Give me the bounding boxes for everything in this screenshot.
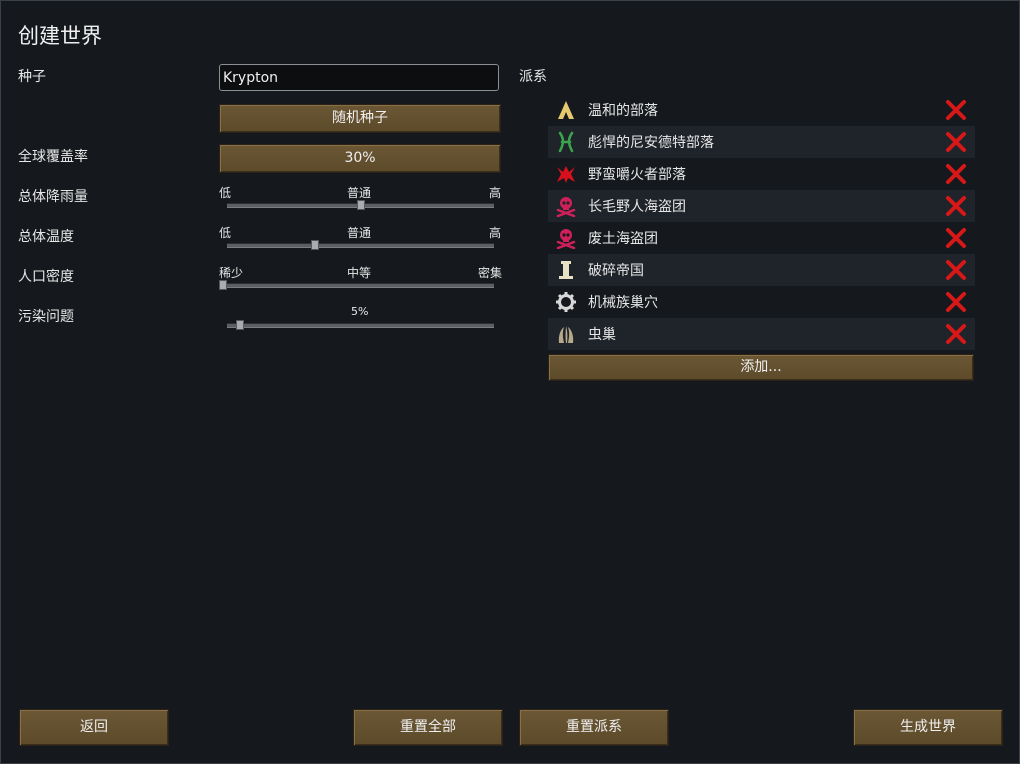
faction-name: 虫巢 [588, 327, 616, 343]
temperature-low-label: 低 [219, 226, 232, 240]
temperature-slider-thumb[interactable] [311, 240, 320, 250]
pollution-slider-thumb[interactable] [236, 320, 245, 330]
create-world-window: 创建世界 种子 随机种子 全球覆盖率 30% 总体降雨量 低 普通 高 总体温度… [0, 0, 1020, 764]
rainfall-mid-label: 普通 [347, 186, 372, 200]
seed-label: 种子 [18, 69, 46, 85]
reset-all-button[interactable]: 重置全部 [353, 709, 503, 746]
faction-name: 彪悍的尼安德特部落 [588, 135, 714, 151]
random-seed-button[interactable]: 随机种子 [219, 104, 501, 133]
faction-name: 破碎帝国 [588, 263, 644, 279]
temperature-label: 总体温度 [18, 229, 74, 245]
remove-faction-icon[interactable] [945, 259, 967, 281]
savage-tribe-icon [557, 166, 575, 183]
page-title: 创建世界 [18, 24, 102, 48]
rainfall-high-label: 高 [489, 186, 502, 200]
tribe-tent-icon [558, 101, 574, 119]
population-low-label: 稀少 [219, 266, 244, 280]
faction-row: 彪悍的尼安德特部落 [548, 126, 975, 158]
faction-list: 温和的部落 彪悍的尼安德特部落 野蛮嚼火者部落 长毛野人海盗团 废土海盗团 破碎… [548, 94, 975, 350]
temperature-mid-label: 普通 [347, 226, 372, 240]
temperature-high-label: 高 [489, 226, 502, 240]
remove-faction-icon[interactable] [945, 227, 967, 249]
coverage-button[interactable]: 30% [219, 144, 501, 173]
rainfall-label: 总体降雨量 [18, 189, 88, 205]
generate-world-button[interactable]: 生成世界 [853, 709, 1003, 746]
factions-header: 派系 [519, 69, 547, 85]
faction-name: 废土海盗团 [588, 231, 658, 247]
reset-factions-button[interactable]: 重置派系 [519, 709, 669, 746]
faction-row: 破碎帝国 [548, 254, 975, 286]
temperature-slider[interactable] [227, 240, 494, 250]
faction-name: 温和的部落 [588, 103, 658, 119]
faction-row: 机械族巢穴 [548, 286, 975, 318]
insect-hive-icon [558, 326, 574, 343]
remove-faction-icon[interactable] [945, 291, 967, 313]
faction-name: 长毛野人海盗团 [588, 199, 686, 215]
remove-faction-icon[interactable] [945, 131, 967, 153]
faction-row: 虫巢 [548, 318, 975, 350]
remove-faction-icon[interactable] [945, 195, 967, 217]
faction-row: 野蛮嚼火者部落 [548, 158, 975, 190]
remove-faction-icon[interactable] [945, 163, 967, 185]
pollution-slider[interactable] [227, 320, 494, 330]
pirate-skull-icon [556, 197, 576, 217]
seed-input[interactable] [219, 64, 499, 91]
coverage-label: 全球覆盖率 [18, 149, 88, 165]
faction-name: 机械族巢穴 [588, 295, 658, 311]
pollution-label: 污染问题 [18, 309, 74, 325]
population-mid-label: 中等 [347, 266, 372, 280]
remove-faction-icon[interactable] [945, 99, 967, 121]
pollution-value: 5% [351, 305, 369, 318]
add-faction-button[interactable]: 添加... [548, 354, 974, 381]
faction-row: 长毛野人海盗团 [548, 190, 975, 222]
population-slider[interactable] [219, 280, 494, 290]
population-high-label: 密集 [478, 266, 503, 280]
neanderthal-tribe-icon [558, 131, 574, 153]
mechanoid-gear-icon [556, 292, 576, 312]
faction-row: 废土海盗团 [548, 222, 975, 254]
pirate-skull-icon [556, 229, 576, 249]
population-slider-thumb[interactable] [219, 280, 227, 290]
remove-faction-icon[interactable] [945, 323, 967, 345]
rainfall-low-label: 低 [219, 186, 232, 200]
back-button[interactable]: 返回 [19, 709, 169, 746]
empire-pillar-icon [559, 261, 573, 279]
population-label: 人口密度 [18, 269, 74, 285]
faction-row: 温和的部落 [548, 94, 975, 126]
faction-name: 野蛮嚼火者部落 [588, 167, 686, 183]
rainfall-slider[interactable] [227, 200, 494, 210]
rainfall-slider-thumb[interactable] [356, 200, 365, 210]
